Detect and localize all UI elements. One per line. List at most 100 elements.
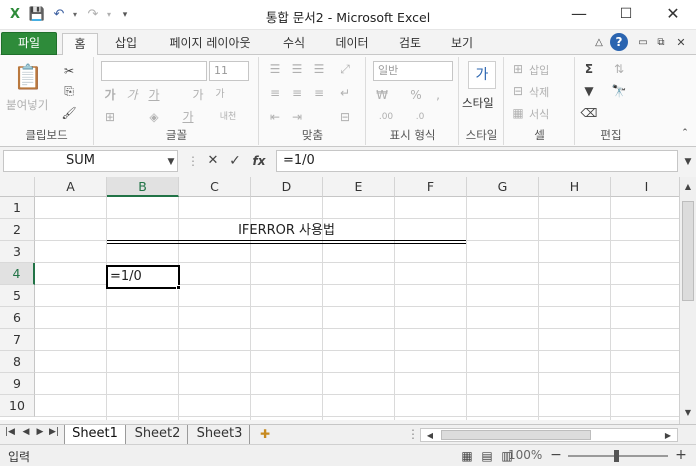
column-header-g[interactable]: G: [467, 177, 539, 197]
align-left-icon[interactable]: ≡: [266, 85, 284, 101]
vertical-scroll-thumb[interactable]: [682, 201, 694, 301]
font-color-icon[interactable]: 가: [179, 109, 197, 125]
tab-data[interactable]: 데이터: [328, 33, 376, 55]
row-header-3[interactable]: 3: [0, 241, 35, 263]
row-header-2[interactable]: 2: [0, 219, 35, 241]
cancel-icon[interactable]: ✕: [204, 153, 222, 169]
row-header-4[interactable]: 4: [0, 263, 35, 285]
column-header-d[interactable]: D: [251, 177, 323, 197]
first-sheet-icon[interactable]: |◀: [4, 427, 16, 437]
orientation-icon[interactable]: ⤢: [336, 61, 354, 77]
decrease-indent-icon[interactable]: ⇤: [266, 109, 284, 125]
minimize-workbook-icon[interactable]: ▭: [634, 35, 652, 51]
row-header-9[interactable]: 9: [0, 373, 35, 395]
row-header-5[interactable]: 5: [0, 285, 35, 307]
row-header-8[interactable]: 8: [0, 351, 35, 373]
zoom-level[interactable]: 100%: [508, 448, 542, 462]
sheet-tab-sheet1[interactable]: Sheet1: [64, 425, 126, 444]
find-select-icon[interactable]: 🔭: [610, 83, 628, 99]
tab-home[interactable]: 홈: [62, 33, 98, 56]
underline-button[interactable]: 가: [145, 87, 163, 103]
insert-cells-button[interactable]: 삽입: [529, 62, 549, 78]
delete-cells-icon[interactable]: ⊟: [509, 83, 527, 99]
align-top-icon[interactable]: ☰: [266, 61, 284, 77]
increase-indent-icon[interactable]: ⇥: [288, 109, 306, 125]
column-header-a[interactable]: A: [35, 177, 107, 197]
fill-handle[interactable]: [176, 285, 181, 290]
increase-decimal-button[interactable]: .00: [373, 109, 399, 125]
tab-page-layout[interactable]: 페이지 레이아웃: [160, 33, 260, 55]
row-header-1[interactable]: 1: [0, 197, 35, 219]
font-size-dropdown[interactable]: 11: [209, 61, 249, 81]
last-sheet-icon[interactable]: ▶|: [48, 427, 60, 437]
tab-insert[interactable]: 삽입: [108, 33, 144, 55]
paste-button[interactable]: 붙여넣기: [6, 97, 48, 113]
sheet-tab-sheet3[interactable]: Sheet3: [190, 425, 250, 444]
tab-review[interactable]: 검토: [392, 33, 428, 55]
close-button[interactable]: ✕: [650, 0, 696, 30]
shrink-font-button[interactable]: 가: [211, 87, 229, 103]
collapse-ribbon-chevron-icon[interactable]: ⌃: [676, 125, 694, 141]
scroll-up-icon[interactable]: ▲: [680, 179, 696, 195]
tab-view[interactable]: 보기: [444, 33, 480, 55]
delete-cells-button[interactable]: 삭제: [529, 84, 549, 100]
row-header-6[interactable]: 6: [0, 307, 35, 329]
cell-b2-title[interactable]: IFERROR 사용법: [107, 220, 466, 241]
column-header-i[interactable]: I: [611, 177, 679, 197]
format-cells-button[interactable]: 서식: [529, 106, 549, 122]
column-header-e[interactable]: E: [323, 177, 395, 197]
grow-font-button[interactable]: 가: [189, 87, 207, 103]
scroll-left-icon[interactable]: ◀: [421, 428, 439, 444]
styles-button[interactable]: 스타일: [462, 95, 494, 111]
accounting-format-icon[interactable]: ₩: [373, 87, 391, 103]
insert-function-icon[interactable]: fx: [250, 153, 268, 169]
column-header-h[interactable]: H: [539, 177, 611, 197]
fill-color-icon[interactable]: ◈: [145, 109, 163, 125]
wrap-text-icon[interactable]: ↵: [336, 85, 354, 101]
close-workbook-icon[interactable]: ✕: [672, 35, 690, 51]
comma-button[interactable]: ,: [429, 87, 447, 103]
align-center-icon[interactable]: ≡: [288, 85, 306, 101]
zoom-slider-thumb[interactable]: [614, 450, 619, 462]
vertical-scrollbar[interactable]: ▲ ▼: [679, 177, 696, 424]
merge-center-icon[interactable]: ⊟: [336, 109, 354, 125]
zoom-in-button[interactable]: +: [672, 447, 690, 463]
format-cells-icon[interactable]: ▦: [509, 105, 527, 121]
percent-button[interactable]: %: [407, 87, 425, 103]
prev-sheet-icon[interactable]: ◀: [20, 427, 32, 437]
active-cell-b4[interactable]: =1/0: [106, 265, 180, 289]
restore-workbook-icon[interactable]: ⧉: [652, 35, 670, 51]
column-header-c[interactable]: C: [179, 177, 251, 197]
formula-input[interactable]: =1/0: [276, 150, 678, 172]
sort-filter-icon[interactable]: ⇅: [610, 61, 628, 77]
column-header-f[interactable]: F: [395, 177, 467, 197]
insert-cells-icon[interactable]: ⊞: [509, 61, 527, 77]
copy-icon[interactable]: ⎘: [60, 83, 78, 99]
normal-view-icon[interactable]: ▦: [458, 448, 476, 464]
name-box[interactable]: SUM: [3, 150, 178, 172]
align-middle-icon[interactable]: ☰: [288, 61, 306, 77]
cut-icon[interactable]: ✂: [60, 63, 78, 79]
paste-icon[interactable]: 📋: [12, 61, 44, 93]
autosum-button[interactable]: Σ: [580, 61, 598, 77]
horizontal-scroll-thumb[interactable]: [441, 430, 591, 440]
column-header-b[interactable]: B: [107, 177, 179, 197]
row-header-7[interactable]: 7: [0, 329, 35, 351]
enter-icon[interactable]: ✓: [226, 153, 244, 169]
new-sheet-icon[interactable]: ✚: [256, 426, 274, 442]
borders-icon[interactable]: ⊞: [101, 109, 119, 125]
help-icon[interactable]: ?: [610, 33, 628, 51]
worksheet-grid[interactable]: A B C D E F G H I 1 2 3 4 5 6 7 8 9 10 I…: [0, 177, 679, 420]
row-header-10[interactable]: 10: [0, 395, 35, 417]
minimize-button[interactable]: —: [556, 0, 602, 30]
scroll-right-icon[interactable]: ▶: [659, 428, 677, 444]
tab-formulas[interactable]: 수식: [276, 33, 312, 55]
number-format-dropdown[interactable]: 일반: [373, 61, 453, 81]
name-box-dropdown-icon[interactable]: ▼: [162, 154, 180, 170]
fill-icon[interactable]: ▼: [580, 83, 598, 99]
collapse-ribbon-icon[interactable]: △: [590, 35, 608, 51]
zoom-out-button[interactable]: −: [547, 447, 565, 463]
scroll-down-icon[interactable]: ▼: [680, 405, 696, 421]
phonetic-button[interactable]: 내천: [213, 109, 243, 125]
tab-file[interactable]: 파일: [1, 32, 57, 55]
